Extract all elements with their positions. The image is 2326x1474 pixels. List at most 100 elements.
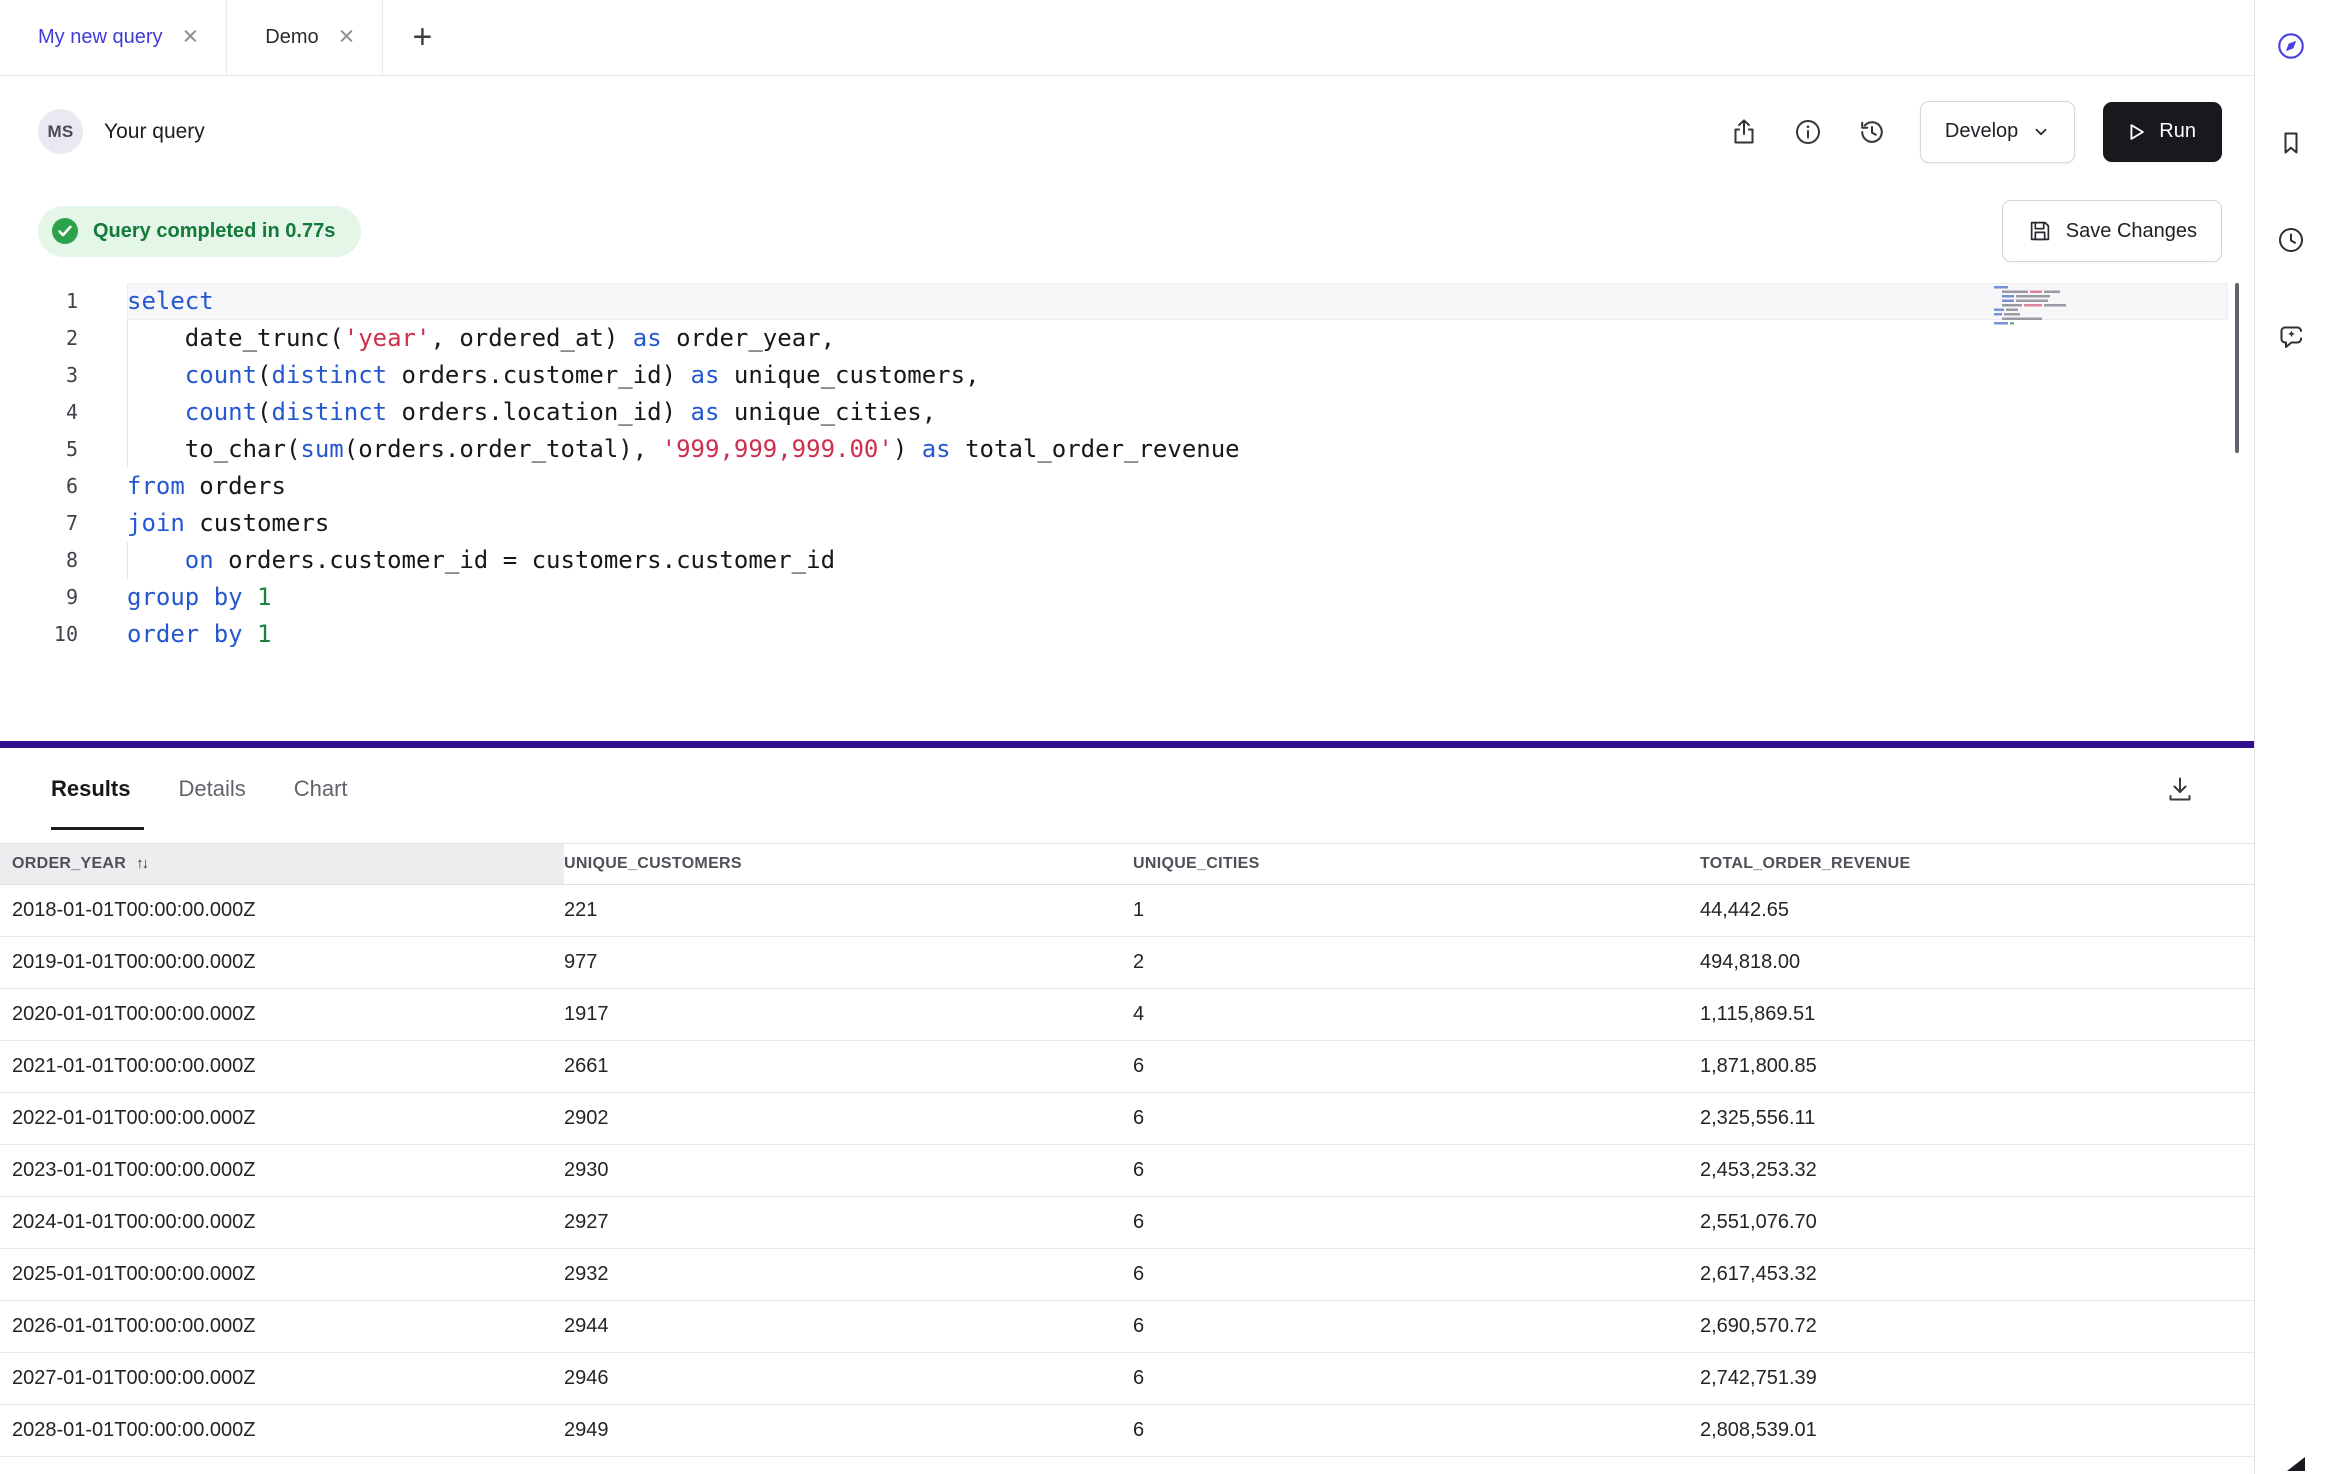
table-cell[interactable]: 2024-01-01T00:00:00.000Z (0, 1197, 564, 1249)
code-line[interactable]: 6from orders (0, 468, 2254, 505)
table-cell[interactable]: 2,845,473.93 (1700, 1457, 2254, 1474)
table-cell[interactable]: 2022-01-01T00:00:00.000Z (0, 1093, 564, 1145)
table-row[interactable]: 2021-01-01T00:00:00.000Z266161,871,800.8… (0, 1041, 2254, 1093)
table-cell[interactable]: 2029-01-01T00:00:00.000Z (0, 1457, 564, 1474)
run-button[interactable]: Run (2103, 102, 2222, 162)
table-row[interactable]: 2027-01-01T00:00:00.000Z294662,742,751.3… (0, 1353, 2254, 1405)
code-line[interactable]: 5 to_char(sum(orders.order_total), '999,… (0, 431, 2254, 468)
table-cell[interactable]: 2,617,453.32 (1700, 1249, 2254, 1301)
data-browser-button[interactable] (2269, 24, 2313, 68)
table-cell[interactable]: 2026-01-01T00:00:00.000Z (0, 1301, 564, 1353)
table-cell[interactable]: 2949 (564, 1405, 1133, 1457)
table-cell[interactable]: 2946 (564, 1353, 1133, 1405)
table-cell[interactable]: 2025-01-01T00:00:00.000Z (0, 1249, 564, 1301)
download-button[interactable] (2158, 767, 2202, 811)
table-cell[interactable]: 1,115,869.51 (1700, 989, 2254, 1041)
table-row[interactable]: 2025-01-01T00:00:00.000Z293262,617,453.3… (0, 1249, 2254, 1301)
results-tab-chart[interactable]: Chart (294, 748, 348, 830)
table-cell[interactable]: 977 (564, 937, 1133, 989)
pane-splitter[interactable] (0, 741, 2254, 748)
table-cell[interactable]: 6 (1133, 1093, 1700, 1145)
table-cell[interactable]: 6 (1133, 1145, 1700, 1197)
table-row[interactable]: 2019-01-01T00:00:00.000Z9772494,818.00 (0, 937, 2254, 989)
table-row[interactable]: 2024-01-01T00:00:00.000Z292762,551,076.7… (0, 1197, 2254, 1249)
table-cell[interactable]: 2661 (564, 1041, 1133, 1093)
table-cell[interactable]: 221 (564, 885, 1133, 937)
table-cell[interactable]: 2,690,570.72 (1700, 1301, 2254, 1353)
code-line[interactable]: 1select (0, 283, 2254, 320)
table-cell[interactable]: 2,551,076.70 (1700, 1197, 2254, 1249)
sql-editor[interactable]: 1select2 date_trunc('year', ordered_at) … (0, 271, 2254, 741)
table-cell[interactable]: 2021-01-01T00:00:00.000Z (0, 1041, 564, 1093)
add-tab-button[interactable]: + (389, 0, 455, 75)
table-cell[interactable]: 2 (1133, 937, 1700, 989)
table-cell[interactable]: 2927 (564, 1197, 1133, 1249)
table-cell[interactable]: 2,453,253.32 (1700, 1145, 2254, 1197)
table-cell[interactable]: 2028-01-01T00:00:00.000Z (0, 1405, 564, 1457)
column-header[interactable]: UNIQUE_CITIES (1133, 844, 1700, 885)
table-cell[interactable]: 2020-01-01T00:00:00.000Z (0, 989, 564, 1041)
table-cell[interactable]: 2019-01-01T00:00:00.000Z (0, 937, 564, 989)
table-cell[interactable]: 2954 (564, 1457, 1133, 1474)
line-number: 8 (0, 542, 78, 579)
table-cell[interactable]: 2023-01-01T00:00:00.000Z (0, 1145, 564, 1197)
table-row[interactable]: 2029-01-01T00:00:00.000Z295462,845,473.9… (0, 1457, 2254, 1474)
table-cell[interactable]: 2027-01-01T00:00:00.000Z (0, 1353, 564, 1405)
code-line[interactable]: 3 count(distinct orders.customer_id) as … (0, 357, 2254, 394)
history-button[interactable] (1850, 110, 1894, 154)
comments-button[interactable] (2269, 315, 2313, 359)
table-cell[interactable]: 1 (1133, 885, 1700, 937)
table-row[interactable]: 2022-01-01T00:00:00.000Z290262,325,556.1… (0, 1093, 2254, 1145)
table-row[interactable]: 2018-01-01T00:00:00.000Z221144,442.65 (0, 885, 2254, 937)
table-cell[interactable]: 1,871,800.85 (1700, 1041, 2254, 1093)
code-text: select (127, 283, 2228, 320)
table-cell[interactable]: 6 (1133, 1197, 1700, 1249)
table-cell[interactable]: 6 (1133, 1353, 1700, 1405)
table-cell[interactable]: 44,442.65 (1700, 885, 2254, 937)
table-cell[interactable]: 2,325,556.11 (1700, 1093, 2254, 1145)
code-line[interactable]: 10order by 1 (0, 616, 2254, 653)
table-cell[interactable]: 6 (1133, 1041, 1700, 1093)
table-cell[interactable]: 2,808,539.01 (1700, 1405, 2254, 1457)
table-cell[interactable]: 1917 (564, 989, 1133, 1041)
table-cell[interactable]: 2902 (564, 1093, 1133, 1145)
table-row[interactable]: 2020-01-01T00:00:00.000Z191741,115,869.5… (0, 989, 2254, 1041)
code-line[interactable]: 8 on orders.customer_id = customers.cust… (0, 542, 2254, 579)
table-row[interactable]: 2023-01-01T00:00:00.000Z293062,453,253.3… (0, 1145, 2254, 1197)
table-cell[interactable]: 2018-01-01T00:00:00.000Z (0, 885, 564, 937)
table-cell[interactable]: 2944 (564, 1301, 1133, 1353)
table-cell[interactable]: 6 (1133, 1249, 1700, 1301)
code-line[interactable]: 9group by 1 (0, 579, 2254, 616)
schedule-button[interactable] (2269, 218, 2313, 262)
save-changes-button[interactable]: Save Changes (2002, 200, 2222, 262)
results-tabs: Results Details Chart (51, 748, 348, 830)
editor-scrollbar[interactable] (2235, 283, 2239, 453)
tab-close-icon[interactable]: × (339, 23, 355, 50)
table-cell[interactable]: 6 (1133, 1457, 1700, 1474)
tab-close-icon[interactable]: × (183, 23, 199, 50)
develop-button[interactable]: Develop (1920, 101, 2075, 163)
results-tab-details[interactable]: Details (178, 748, 245, 830)
column-header[interactable]: UNIQUE_CUSTOMERS (564, 844, 1133, 885)
table-cell[interactable]: 2,742,751.39 (1700, 1353, 2254, 1405)
share-button[interactable] (1722, 110, 1766, 154)
table-row[interactable]: 2028-01-01T00:00:00.000Z294962,808,539.0… (0, 1405, 2254, 1457)
column-header[interactable]: ORDER_YEAR↑↓ (0, 844, 564, 885)
table-cell[interactable]: 6 (1133, 1301, 1700, 1353)
table-cell[interactable]: 2932 (564, 1249, 1133, 1301)
table-cell[interactable]: 4 (1133, 989, 1700, 1041)
column-header[interactable]: TOTAL_ORDER_REVENUE (1700, 844, 2254, 885)
table-cell[interactable]: 6 (1133, 1405, 1700, 1457)
table-row[interactable]: 2026-01-01T00:00:00.000Z294462,690,570.7… (0, 1301, 2254, 1353)
bookmark-button[interactable] (2269, 121, 2313, 165)
code-line[interactable]: 2 date_trunc('year', ordered_at) as orde… (0, 320, 2254, 357)
results-tab-results[interactable]: Results (51, 748, 130, 830)
editor-tab[interactable]: My new query× (0, 0, 227, 75)
editor-tab[interactable]: Demo× (227, 0, 383, 75)
table-cell[interactable]: 494,818.00 (1700, 937, 2254, 989)
code-line[interactable]: 4 count(distinct orders.location_id) as … (0, 394, 2254, 431)
info-button[interactable] (1786, 110, 1830, 154)
table-cell[interactable]: 2930 (564, 1145, 1133, 1197)
header-actions: Develop Run (1722, 101, 2222, 163)
code-line[interactable]: 7join customers (0, 505, 2254, 542)
